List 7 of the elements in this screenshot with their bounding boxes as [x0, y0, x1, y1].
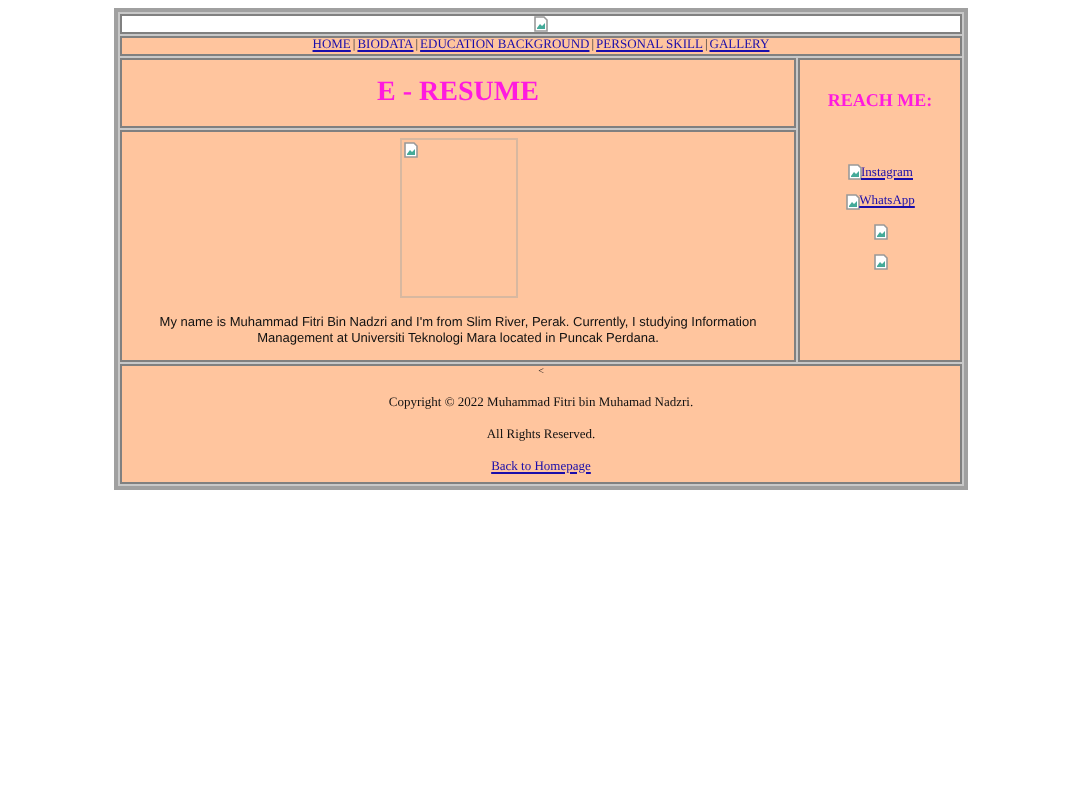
broken-image-icon — [873, 224, 887, 240]
broken-image-icon — [845, 194, 860, 211]
contact-heading: REACH ME: — [827, 88, 933, 114]
page-title: E - RESUME — [377, 76, 539, 112]
broken-image-icon — [847, 164, 861, 181]
broken-image-icon — [873, 254, 887, 270]
broken-image-icon — [403, 142, 417, 158]
